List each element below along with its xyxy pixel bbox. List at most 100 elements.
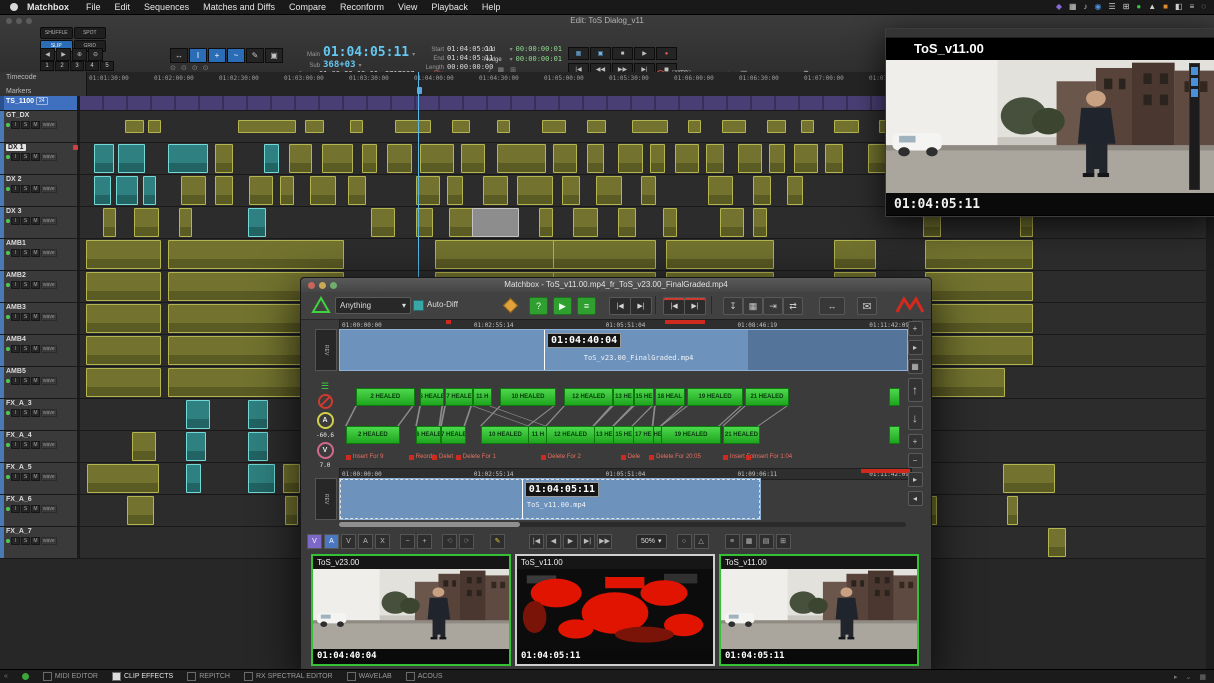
audio-clip[interactable]: [264, 144, 280, 173]
healed-match-block[interactable]: 12 HEALED: [546, 426, 595, 444]
go-to-start-button[interactable]: |◀: [529, 534, 544, 549]
menubar-status-icon[interactable]: ◧: [1175, 0, 1183, 14]
healed-match-block[interactable]: 11 H: [473, 388, 492, 406]
audio-clip[interactable]: [94, 176, 112, 205]
audio-clip[interactable]: [587, 144, 605, 173]
zoom-toggle-button[interactable]: ⊕: [72, 48, 87, 61]
track-name[interactable]: FX_A_4: [6, 432, 32, 439]
track-m-button[interactable]: M: [31, 537, 40, 545]
track-header[interactable]: FX_A_5ISMwave: [0, 463, 80, 494]
track-s-button[interactable]: S: [21, 505, 30, 513]
healed-match-block[interactable]: 15 HE: [613, 426, 634, 444]
audio-clip[interactable]: [248, 208, 266, 237]
markers-ruler-label[interactable]: Markers: [0, 86, 87, 96]
track-s-button[interactable]: S: [21, 217, 30, 225]
audio-clip[interactable]: [248, 400, 268, 429]
menubar-status-icon[interactable]: ●: [1136, 0, 1141, 14]
track-view-selector[interactable]: wave: [41, 441, 57, 449]
audio-clip[interactable]: [618, 144, 643, 173]
no-sync-icon[interactable]: [318, 394, 333, 409]
healed-match-block[interactable]: 18 HEAL: [655, 388, 685, 406]
audio-clip[interactable]: [395, 120, 431, 133]
rail-zoom-out-button[interactable]: −: [908, 453, 923, 468]
track-i-button[interactable]: I: [11, 249, 20, 257]
track-s-button[interactable]: S: [21, 281, 30, 289]
audio-clip[interactable]: [87, 464, 159, 493]
audio-clip[interactable]: [688, 120, 701, 133]
track-view-selector[interactable]: wave: [41, 121, 57, 129]
track-name[interactable]: AMB3: [6, 304, 26, 311]
track-i-button[interactable]: I: [11, 185, 20, 193]
audio-clip[interactable]: [168, 240, 345, 269]
push-up-button[interactable]: ↑: [908, 378, 923, 402]
video-window-scrollbar[interactable]: [1189, 63, 1200, 190]
previous-diff-button[interactable]: |◀: [663, 297, 685, 315]
menu-item-playback[interactable]: Playback: [424, 2, 475, 12]
loop-icon[interactable]: ○: [677, 534, 692, 549]
track-input-dot[interactable]: [6, 283, 10, 287]
zoom-preset-5[interactable]: 5: [100, 61, 114, 71]
record-button[interactable]: ●: [656, 47, 677, 60]
track-i-button[interactable]: I: [11, 409, 20, 417]
diff-marker[interactable]: Delete For 1: [456, 454, 496, 460]
diff-marker[interactable]: Dele: [621, 454, 640, 460]
trim-tool[interactable]: ↔: [170, 48, 188, 63]
step-forward-button[interactable]: ▶|: [580, 534, 595, 549]
zoom-level-select[interactable]: 50%▾: [636, 534, 667, 549]
audio-clip[interactable]: [472, 208, 519, 237]
push-down-button[interactable]: ↓: [908, 406, 923, 430]
healed-match-block[interactable]: 7 HEALE: [445, 388, 473, 406]
statusbar-item[interactable]: WAVELAB: [347, 672, 392, 681]
reference-video-clip[interactable]: 01:04:40:04 ToS_v23.00_FinalGraded.mp4: [339, 329, 908, 371]
audio-clip[interactable]: [143, 176, 156, 205]
track-i-button[interactable]: I: [11, 121, 20, 129]
healed-match-block[interactable]: 13 HE: [613, 388, 634, 406]
audio-clip[interactable]: [925, 272, 1034, 301]
audio-clip[interactable]: [650, 144, 666, 173]
conform-down-icon[interactable]: ↧: [723, 297, 743, 315]
menubar-status-icon[interactable]: ⊞: [1123, 0, 1130, 14]
track-header[interactable]: AMB5ISMwave: [0, 367, 80, 398]
go-to-end-button[interactable]: ▶▶: [597, 534, 612, 549]
swap-sequences-icon[interactable]: ⇄: [783, 297, 803, 315]
audio-clip[interactable]: [632, 120, 668, 133]
menubar-status-icon[interactable]: ■: [1163, 0, 1168, 14]
audio-clip[interactable]: [103, 208, 116, 237]
menu-item-file[interactable]: File: [79, 2, 108, 12]
step-back-button[interactable]: ◀: [546, 534, 561, 549]
audio-clip[interactable]: [801, 120, 814, 133]
apply-conform-icon[interactable]: ⇥: [763, 297, 783, 315]
track-m-button[interactable]: M: [31, 121, 40, 129]
track-input-dot[interactable]: [6, 507, 10, 511]
audio-clip[interactable]: [787, 176, 803, 205]
track-m-button[interactable]: M: [31, 153, 40, 161]
track-header[interactable]: AMB1ISMwave: [0, 239, 80, 270]
track-input-dot[interactable]: [6, 475, 10, 479]
audio-clip[interactable]: [539, 208, 552, 237]
grid-value[interactable]: 00:00:00:01: [516, 45, 562, 54]
track-lane[interactable]: [80, 239, 1206, 270]
audio-clip[interactable]: [186, 432, 206, 461]
audio-clip[interactable]: [1003, 464, 1055, 493]
track-s-button[interactable]: S: [21, 537, 30, 545]
track-header[interactable]: AMB2ISMwave: [0, 271, 80, 302]
statusbar-item[interactable]: CLIP EFFECTS: [112, 672, 173, 681]
audio-clip[interactable]: [181, 176, 206, 205]
audio-clip[interactable]: [186, 400, 211, 429]
audio-clip[interactable]: [769, 144, 785, 173]
track-m-button[interactable]: M: [31, 377, 40, 385]
edit-tool-options[interactable]: ⊙⊙⊙⊙: [170, 64, 213, 72]
audio-clip[interactable]: [310, 176, 337, 205]
track-input-dot[interactable]: [6, 187, 10, 191]
audio-clip[interactable]: [86, 240, 161, 269]
statusbar-right-icons[interactable]: ▸⌄▦: [1174, 673, 1214, 681]
audio-clip[interactable]: [706, 144, 724, 173]
audio-clip[interactable]: [148, 120, 161, 133]
audio-clip[interactable]: [134, 208, 159, 237]
mail-report-icon[interactable]: ✉: [857, 297, 877, 315]
link-timeline-button[interactable]: ▦: [568, 47, 589, 60]
menubar-app-name[interactable]: Matchbox: [27, 2, 69, 12]
diff-marker[interactable]: Delete For 20:05: [649, 454, 701, 460]
audio-clip[interactable]: [573, 208, 598, 237]
audio-clip[interactable]: [753, 176, 771, 205]
